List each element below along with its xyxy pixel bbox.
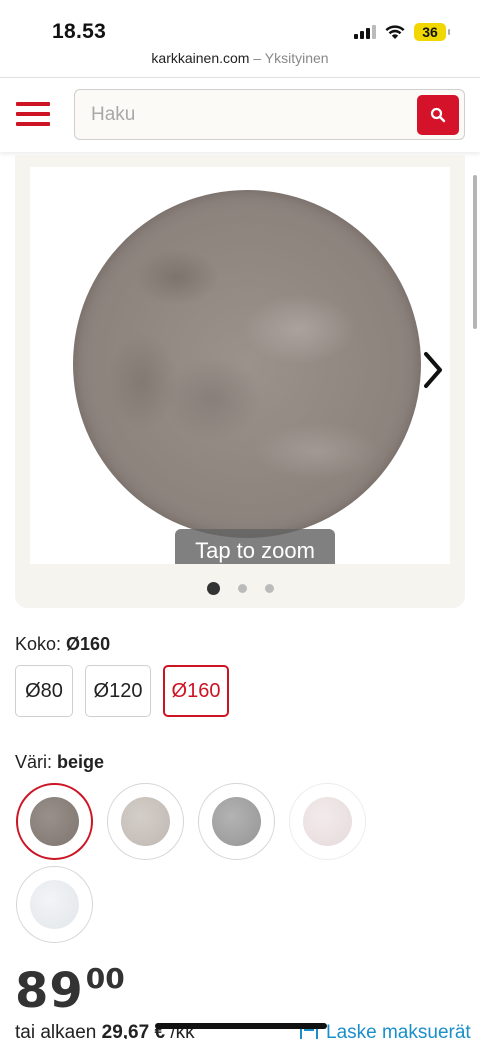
size-option-120[interactable]: Ø120 (85, 665, 151, 717)
search-box (74, 89, 465, 140)
site-header (0, 78, 480, 152)
status-icons: 36 (354, 22, 450, 42)
wifi-icon (385, 25, 405, 39)
swatch-fill (303, 797, 352, 846)
status-time: 18.53 (52, 20, 107, 43)
color-swatch-4[interactable] (289, 783, 366, 860)
color-swatch-2[interactable] (107, 783, 184, 860)
private-mode-label: Yksityinen (264, 50, 329, 66)
search-input[interactable] (91, 90, 411, 139)
battery-indicator: 36 (414, 23, 450, 41)
color-swatch-3[interactable] (198, 783, 275, 860)
gallery-dot-2[interactable] (237, 584, 247, 593)
home-indicator (155, 1023, 327, 1029)
tap-to-zoom-hint[interactable]: Tap to zoom (175, 529, 335, 564)
size-label: Koko: Ø160 (15, 634, 110, 655)
url-separator: – (249, 50, 265, 66)
size-label-text: Koko: (15, 634, 62, 654)
menu-icon[interactable] (16, 102, 50, 126)
color-swatch-5[interactable] (16, 866, 93, 943)
color-label: Väri: beige (15, 752, 104, 773)
signal-icon (354, 25, 376, 39)
gallery-dot-1[interactable] (206, 582, 220, 595)
price-main: 89 (15, 963, 84, 1019)
gallery-dot-3[interactable] (264, 584, 274, 593)
chevron-right-icon[interactable] (420, 350, 446, 390)
size-selected-value: Ø160 (66, 634, 111, 654)
url-domain: karkkainen.com (151, 50, 250, 66)
price-cents: 00 (85, 962, 125, 995)
swatch-fill (212, 797, 261, 846)
status-bar: 18.53 36 (0, 0, 480, 50)
installment-prefix: tai alkaen (15, 1022, 97, 1039)
swatch-fill (30, 880, 79, 929)
gallery-pagination (15, 582, 465, 595)
color-label-text: Väri: (15, 752, 53, 772)
product-image[interactable]: Tap to zoom (30, 167, 450, 564)
color-swatch-beige[interactable] (16, 783, 93, 860)
size-option-80[interactable]: Ø80 (15, 665, 73, 717)
search-button[interactable] (417, 95, 459, 135)
size-option-160[interactable]: Ø160 (163, 665, 229, 717)
search-icon (430, 107, 446, 123)
round-rug-image (73, 190, 421, 538)
product-gallery: Tap to zoom (15, 155, 465, 608)
scrollbar[interactable] (473, 175, 477, 329)
product-price: 8900 (15, 962, 125, 1019)
color-selected-value: beige (57, 752, 105, 772)
installment-link-label: Laske maksuerät (326, 1022, 471, 1039)
size-options: Ø80 Ø120 Ø160 (15, 665, 229, 717)
swatch-fill (30, 797, 79, 846)
url-bar[interactable]: karkkainen.com – Yksityinen (0, 50, 480, 72)
swatch-fill (121, 797, 170, 846)
